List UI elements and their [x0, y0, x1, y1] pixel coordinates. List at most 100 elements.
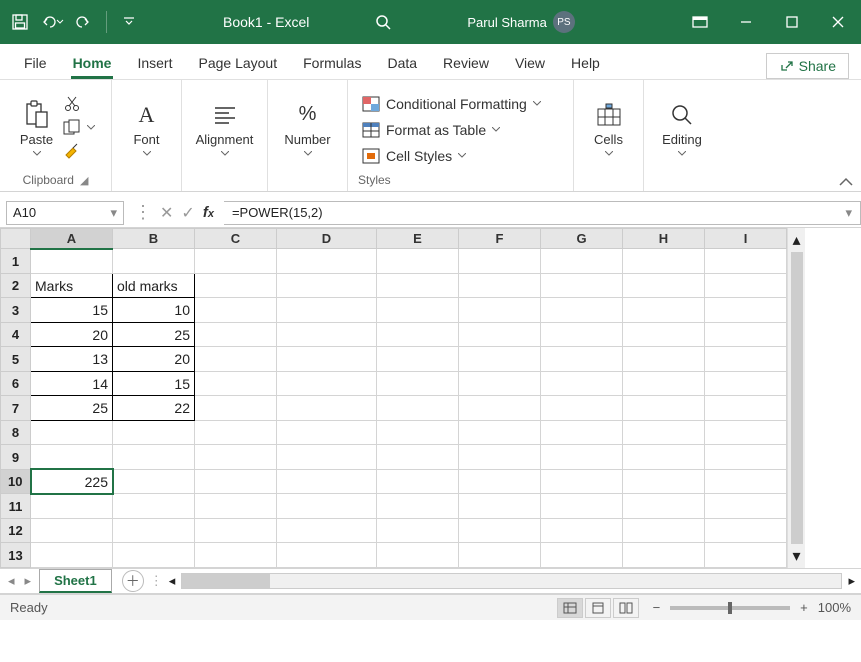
cell-B6[interactable]: 15: [113, 371, 195, 396]
cell-D13[interactable]: [277, 543, 377, 568]
cell-H7[interactable]: [623, 396, 705, 421]
select-all-corner[interactable]: [1, 229, 31, 249]
cell-F12[interactable]: [459, 518, 541, 543]
alignment-button[interactable]: Alignment: [192, 96, 258, 160]
accept-formula-button[interactable]: ✓: [181, 203, 194, 223]
cell-H2[interactable]: [623, 273, 705, 298]
cell-B2[interactable]: old marks: [113, 273, 195, 298]
cell-A6[interactable]: 14: [31, 371, 113, 396]
cell-G11[interactable]: [541, 494, 623, 519]
column-header-A[interactable]: A: [31, 229, 113, 249]
cell-A8[interactable]: [31, 420, 113, 445]
cell-A12[interactable]: [31, 518, 113, 543]
cell-B4[interactable]: 25: [113, 322, 195, 347]
cell-I8[interactable]: [705, 420, 787, 445]
name-box[interactable]: A10 ▾: [6, 201, 124, 225]
cell-F7[interactable]: [459, 396, 541, 421]
cell-G13[interactable]: [541, 543, 623, 568]
tab-insert[interactable]: Insert: [125, 47, 184, 79]
column-header-C[interactable]: C: [195, 229, 277, 249]
row-header-8[interactable]: 8: [1, 420, 31, 445]
cell-G1[interactable]: [541, 249, 623, 274]
formula-input[interactable]: =POWER(15,2) ▾: [224, 201, 861, 225]
zoom-out-button[interactable]: −: [653, 600, 661, 615]
cell-I12[interactable]: [705, 518, 787, 543]
row-header-7[interactable]: 7: [1, 396, 31, 421]
fx-icon[interactable]: fx: [203, 204, 214, 221]
font-button[interactable]: A Font: [128, 96, 166, 160]
tab-home[interactable]: Home: [61, 47, 124, 79]
cell-D11[interactable]: [277, 494, 377, 519]
cell-E2[interactable]: [377, 273, 459, 298]
cell-F13[interactable]: [459, 543, 541, 568]
cell-D8[interactable]: [277, 420, 377, 445]
cell-E8[interactable]: [377, 420, 459, 445]
cell-H13[interactable]: [623, 543, 705, 568]
copy-button[interactable]: [63, 119, 95, 137]
format-as-table-button[interactable]: Format as Table: [358, 119, 504, 141]
cell-F5[interactable]: [459, 347, 541, 372]
cell-A1[interactable]: [31, 249, 113, 274]
grid-table[interactable]: ABCDEFGHI12Marksold marks315104202551320…: [0, 228, 787, 568]
cell-D5[interactable]: [277, 347, 377, 372]
tab-page-layout[interactable]: Page Layout: [186, 47, 289, 79]
tab-file[interactable]: File: [12, 47, 59, 79]
column-header-D[interactable]: D: [277, 229, 377, 249]
cell-G5[interactable]: [541, 347, 623, 372]
row-header-1[interactable]: 1: [1, 249, 31, 274]
cell-A2[interactable]: Marks: [31, 273, 113, 298]
cell-G9[interactable]: [541, 445, 623, 470]
cell-I3[interactable]: [705, 298, 787, 323]
cell-B7[interactable]: 22: [113, 396, 195, 421]
format-painter-button[interactable]: [63, 143, 95, 161]
cell-A10[interactable]: 225: [31, 469, 113, 494]
scroll-down-button[interactable]: ▾: [792, 546, 800, 566]
cell-B11[interactable]: [113, 494, 195, 519]
sheet-tab-active[interactable]: Sheet1: [39, 569, 112, 593]
cell-H10[interactable]: [623, 469, 705, 494]
cell-C6[interactable]: [195, 371, 277, 396]
vertical-scrollbar[interactable]: ▴ ▾: [787, 228, 805, 568]
row-header-11[interactable]: 11: [1, 494, 31, 519]
cell-C3[interactable]: [195, 298, 277, 323]
paste-button[interactable]: Paste: [16, 96, 57, 160]
collapse-ribbon-button[interactable]: [839, 177, 853, 187]
cell-A9[interactable]: [31, 445, 113, 470]
cell-B1[interactable]: [113, 249, 195, 274]
cell-B8[interactable]: [113, 420, 195, 445]
column-header-I[interactable]: I: [705, 229, 787, 249]
cell-I5[interactable]: [705, 347, 787, 372]
sheet-nav-prev[interactable]: ◂: [8, 573, 15, 589]
undo-button[interactable]: [38, 8, 66, 36]
cell-C10[interactable]: [195, 469, 277, 494]
cell-I7[interactable]: [705, 396, 787, 421]
cell-F6[interactable]: [459, 371, 541, 396]
row-header-5[interactable]: 5: [1, 347, 31, 372]
row-header-12[interactable]: 12: [1, 518, 31, 543]
cell-D2[interactable]: [277, 273, 377, 298]
share-button[interactable]: Share: [766, 53, 849, 79]
hscroll-thumb[interactable]: [182, 574, 270, 588]
cell-D3[interactable]: [277, 298, 377, 323]
cell-G12[interactable]: [541, 518, 623, 543]
zoom-slider[interactable]: [670, 606, 790, 610]
minimize-button[interactable]: [723, 0, 769, 44]
cell-I10[interactable]: [705, 469, 787, 494]
tab-data[interactable]: Data: [375, 47, 429, 79]
cell-A7[interactable]: 25: [31, 396, 113, 421]
cell-H11[interactable]: [623, 494, 705, 519]
cell-H9[interactable]: [623, 445, 705, 470]
zoom-slider-thumb[interactable]: [728, 602, 732, 614]
cell-E12[interactable]: [377, 518, 459, 543]
cell-C13[interactable]: [195, 543, 277, 568]
editing-button[interactable]: Editing: [658, 96, 706, 160]
add-sheet-button[interactable]: ＋: [122, 570, 144, 592]
zoom-in-button[interactable]: +: [800, 600, 808, 615]
cell-C9[interactable]: [195, 445, 277, 470]
row-header-10[interactable]: 10: [1, 469, 31, 494]
cell-F8[interactable]: [459, 420, 541, 445]
cell-styles-button[interactable]: Cell Styles: [358, 145, 470, 167]
page-layout-view-button[interactable]: [585, 598, 611, 618]
cell-A5[interactable]: 13: [31, 347, 113, 372]
cells-button[interactable]: Cells: [590, 96, 628, 160]
